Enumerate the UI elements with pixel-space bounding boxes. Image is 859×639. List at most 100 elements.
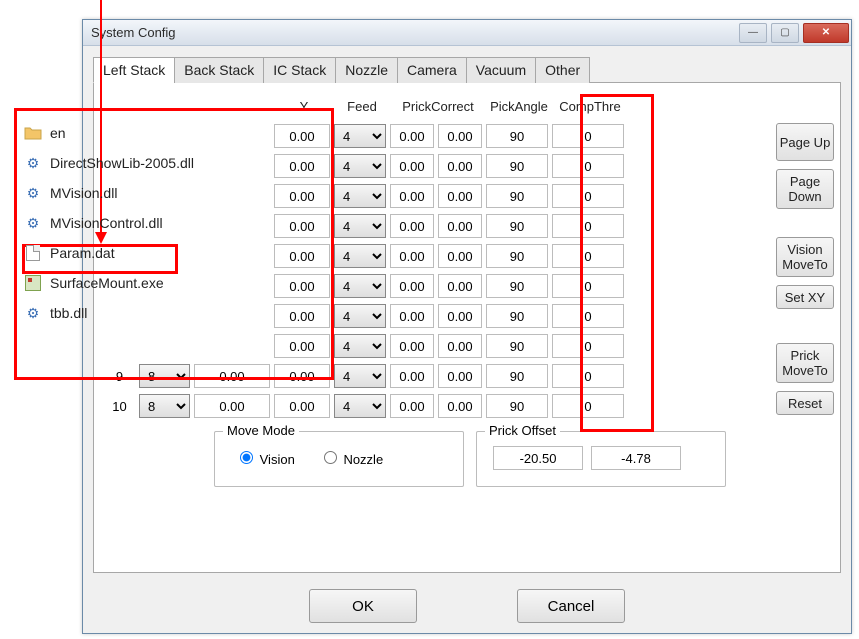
row-feed-select[interactable]: 4	[334, 364, 386, 388]
row-feed-select[interactable]: 4	[334, 184, 386, 208]
window-title: System Config	[91, 25, 176, 40]
row-prickcorrect1-input[interactable]	[390, 124, 434, 148]
prick-offset-y-input[interactable]	[591, 446, 681, 470]
tab-back-stack[interactable]: Back Stack	[174, 57, 264, 83]
close-button[interactable]: ✕	[803, 23, 849, 43]
row-prickcorrect1-input[interactable]	[390, 274, 434, 298]
tab-other[interactable]: Other	[535, 57, 590, 83]
row-x-input[interactable]	[194, 394, 270, 418]
row-prickcorrect1-input[interactable]	[390, 394, 434, 418]
row-compthre-input[interactable]	[552, 244, 624, 268]
tab-nozzle[interactable]: Nozzle	[335, 57, 398, 83]
row-prickcorrect2-input[interactable]	[438, 214, 482, 238]
row-pickangle-input[interactable]	[486, 274, 548, 298]
row-prickcorrect1-input[interactable]	[390, 364, 434, 388]
row-pickangle-input[interactable]	[486, 334, 548, 358]
row-feed-select[interactable]: 4	[334, 274, 386, 298]
row-feed-select[interactable]: 4	[334, 334, 386, 358]
side-buttons: Page Up Page Down Vision MoveTo Set XY P…	[776, 123, 834, 415]
folder-icon	[24, 124, 42, 142]
row-prickcorrect1-input[interactable]	[390, 184, 434, 208]
move-mode-legend: Move Mode	[223, 423, 299, 438]
row-y-input[interactable]	[274, 364, 330, 388]
move-mode-nozzle[interactable]: Nozzle	[319, 448, 383, 467]
row-prickcorrect2-input[interactable]	[438, 274, 482, 298]
reset-button[interactable]: Reset	[776, 391, 834, 415]
row-compthre-input[interactable]	[552, 364, 624, 388]
row-prickcorrect1-input[interactable]	[390, 244, 434, 268]
row-prickcorrect2-input[interactable]	[438, 334, 482, 358]
tab-ic-stack[interactable]: IC Stack	[263, 57, 336, 83]
file-name: DirectShowLib-2005.dll	[50, 155, 194, 171]
row-prickcorrect2-input[interactable]	[438, 304, 482, 328]
row-feed-select[interactable]: 4	[334, 304, 386, 328]
prick-moveto-button[interactable]: Prick MoveTo	[776, 343, 834, 383]
file-name: tbb.dll	[50, 305, 87, 321]
file-item[interactable]: SurfaceMount.exe	[18, 268, 308, 298]
exe-icon	[24, 274, 42, 292]
row-pickangle-input[interactable]	[486, 244, 548, 268]
row-sel-select[interactable]: 8	[139, 394, 190, 418]
row-prickcorrect2-input[interactable]	[438, 124, 482, 148]
row-compthre-input[interactable]	[552, 274, 624, 298]
file-item[interactable]: ⚙MVisionControl.dll	[18, 208, 308, 238]
ok-button[interactable]: OK	[309, 589, 417, 623]
col-compthre-header: CompThre	[552, 99, 628, 114]
file-item[interactable]: en	[18, 118, 308, 148]
page-up-button[interactable]: Page Up	[776, 123, 834, 161]
row-x-input[interactable]	[194, 364, 270, 388]
row-compthre-input[interactable]	[552, 334, 624, 358]
row-pickangle-input[interactable]	[486, 214, 548, 238]
file-item[interactable]: ⚙MVision.dll	[18, 178, 308, 208]
row-prickcorrect2-input[interactable]	[438, 154, 482, 178]
file-item[interactable]: ⚙DirectShowLib-2005.dll	[18, 148, 308, 178]
minimize-button[interactable]: —	[739, 23, 767, 43]
row-prickcorrect2-input[interactable]	[438, 394, 482, 418]
row-prickcorrect2-input[interactable]	[438, 244, 482, 268]
row-pickangle-input[interactable]	[486, 154, 548, 178]
grid-row: 108 4	[104, 391, 804, 421]
row-y-input[interactable]	[274, 394, 330, 418]
row-feed-select[interactable]: 4	[334, 154, 386, 178]
move-mode-vision-radio[interactable]	[240, 451, 253, 464]
move-mode-vision[interactable]: Vision	[235, 448, 295, 467]
row-feed-select[interactable]: 4	[334, 394, 386, 418]
row-feed-select[interactable]: 4	[334, 124, 386, 148]
set-xy-button[interactable]: Set XY	[776, 285, 834, 309]
row-sel-select[interactable]: 8	[139, 364, 190, 388]
vision-moveto-button[interactable]: Vision MoveTo	[776, 237, 834, 277]
move-mode-nozzle-radio[interactable]	[324, 451, 337, 464]
row-pickangle-input[interactable]	[486, 184, 548, 208]
row-pickangle-input[interactable]	[486, 394, 548, 418]
row-pickangle-input[interactable]	[486, 304, 548, 328]
row-prickcorrect2-input[interactable]	[438, 184, 482, 208]
row-compthre-input[interactable]	[552, 394, 624, 418]
row-prickcorrect1-input[interactable]	[390, 334, 434, 358]
row-y-input[interactable]	[274, 334, 330, 358]
row-prickcorrect1-input[interactable]	[390, 304, 434, 328]
row-compthre-input[interactable]	[552, 154, 624, 178]
maximize-button[interactable]: ▢	[771, 23, 799, 43]
prick-offset-x-input[interactable]	[493, 446, 583, 470]
tab-left-stack[interactable]: Left Stack	[93, 57, 175, 83]
row-prickcorrect2-input[interactable]	[438, 364, 482, 388]
row-compthre-input[interactable]	[552, 304, 624, 328]
file-item[interactable]: ⚙ tbb.dll	[18, 298, 308, 328]
row-compthre-input[interactable]	[552, 184, 624, 208]
row-compthre-input[interactable]	[552, 124, 624, 148]
prick-offset-legend: Prick Offset	[485, 423, 560, 438]
row-feed-select[interactable]: 4	[334, 244, 386, 268]
dll-icon: ⚙	[24, 304, 42, 322]
row-index: 10	[104, 399, 139, 414]
row-pickangle-input[interactable]	[486, 364, 548, 388]
tab-vacuum[interactable]: Vacuum	[466, 57, 536, 83]
row-pickangle-input[interactable]	[486, 124, 548, 148]
file-item[interactable]: Param.dat	[18, 238, 308, 268]
row-feed-select[interactable]: 4	[334, 214, 386, 238]
tab-camera[interactable]: Camera	[397, 57, 467, 83]
row-prickcorrect1-input[interactable]	[390, 154, 434, 178]
row-prickcorrect1-input[interactable]	[390, 214, 434, 238]
cancel-button[interactable]: Cancel	[517, 589, 625, 623]
row-compthre-input[interactable]	[552, 214, 624, 238]
page-down-button[interactable]: Page Down	[776, 169, 834, 209]
